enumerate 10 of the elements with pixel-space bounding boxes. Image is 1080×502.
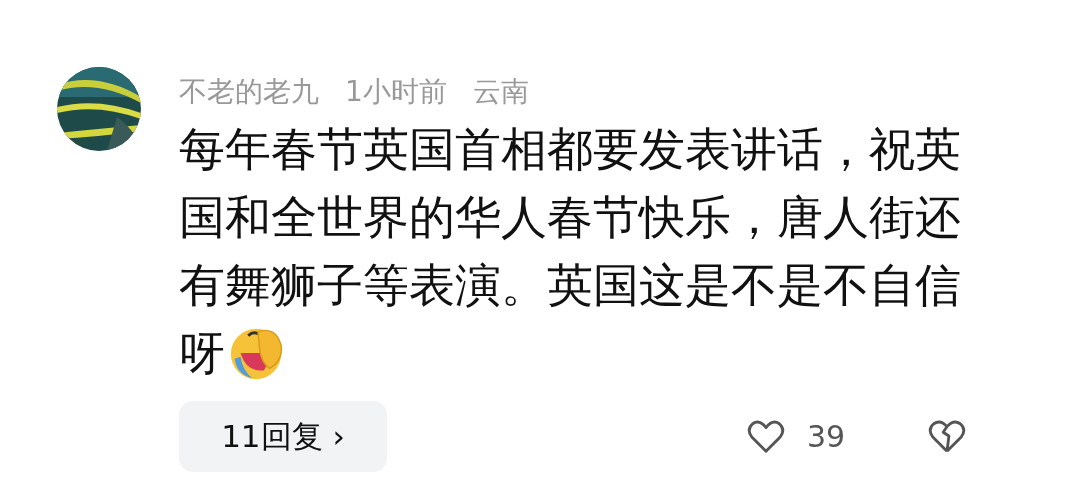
comment-text-line: 有舞狮子等表演。英国这是不是不自信	[179, 257, 961, 314]
comment-text-line: 国和全世界的华人春节快乐，唐人街还	[179, 189, 961, 246]
broken-heart-icon[interactable]	[927, 418, 967, 455]
comment-location: 云南	[472, 74, 529, 110]
replies-button[interactable]: 11回复 ›	[179, 401, 387, 472]
like-heart-icon[interactable]	[747, 418, 785, 455]
comment-time: 1小时前	[345, 74, 447, 110]
comment-text-line: 呀	[179, 325, 225, 382]
like-count: 39	[807, 419, 847, 454]
comment-text-line: 每年春节英国首相都要发表讲话，祝英	[179, 121, 961, 178]
